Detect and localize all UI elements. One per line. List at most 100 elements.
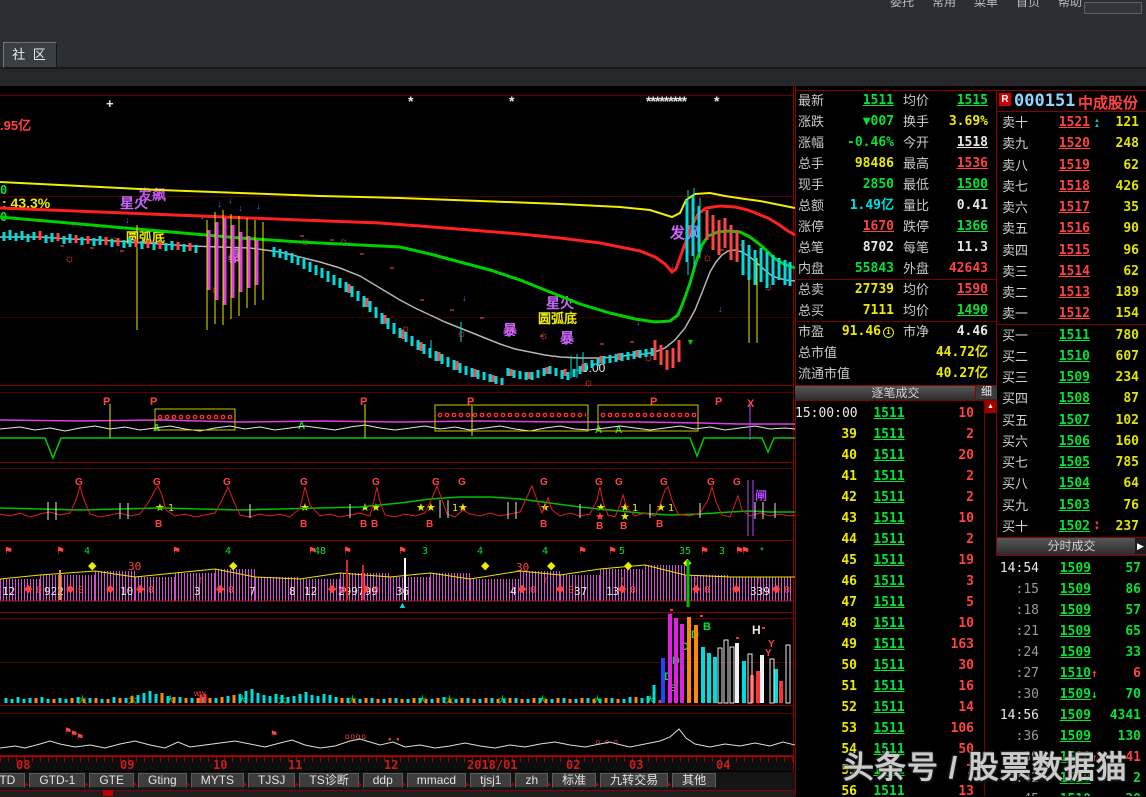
fenshi-row: :45151020: [997, 789, 1146, 796]
sell-row[interactable]: 卖四151596: [997, 240, 1146, 261]
panel-border: [984, 399, 985, 796]
fenshi-row: :301509↓70: [997, 684, 1146, 705]
fenshi-row: :271510↑6: [997, 663, 1146, 684]
quote-row: 涨跌▼007换手3.69%: [795, 111, 996, 132]
tick-panel-header[interactable]: 逐笔成交: [795, 385, 996, 401]
quote-value: 7111: [834, 300, 894, 321]
quote-label: 最高: [903, 153, 939, 174]
quote-row: 总笔8702每笔11.3: [795, 237, 996, 258]
quote-label: 现手: [795, 174, 834, 195]
buy-row[interactable]: 买五1507102: [997, 410, 1146, 431]
quote-label: 市盈: [795, 321, 834, 342]
quote-value: 0.41: [939, 195, 996, 216]
quote-label: 总额: [795, 195, 834, 216]
quote-row: 涨幅-0.46%今开1518: [795, 132, 996, 153]
sell-row[interactable]: 卖十1521▲▲121: [997, 112, 1146, 133]
menu-item-help[interactable]: 帮助: [1058, 0, 1082, 10]
buy-row[interactable]: 买六1506160: [997, 431, 1146, 452]
quote-label: 涨跌: [795, 111, 834, 132]
sell-row[interactable]: 卖六151735: [997, 197, 1146, 218]
chart-canvas[interactable]: [0, 0, 795, 796]
sell-row[interactable]: 卖二1513189: [997, 282, 1146, 303]
buy-row[interactable]: 买十1502▼▼237: [997, 516, 1146, 537]
fenshi-panel-header[interactable]: 分时成交: [997, 537, 1146, 556]
tick-row: 56151113: [795, 781, 984, 796]
sell-row[interactable]: 卖三151462: [997, 261, 1146, 282]
fenshi-row: 14:56150943414: [997, 705, 1146, 726]
quote-value: 1.49亿: [834, 195, 894, 216]
buy-row[interactable]: 买一1511780: [997, 325, 1146, 346]
tick-row: 43151110: [795, 508, 984, 529]
fenshi-row: :15150986: [997, 579, 1146, 600]
tick-row: 40151120: [795, 445, 984, 466]
r-badge: R: [999, 93, 1011, 106]
sell-row[interactable]: 卖九1520248: [997, 133, 1146, 154]
tick-row: 4615113: [795, 571, 984, 592]
quote-row: 最新1511均价1515: [795, 90, 996, 111]
sell-row[interactable]: 卖七1518426: [997, 176, 1146, 197]
scroll-up-button[interactable]: ▲: [985, 401, 996, 413]
sell-row[interactable]: 卖八151962: [997, 155, 1146, 176]
quote-label: 涨停: [795, 216, 834, 237]
quote-label: 量比: [903, 195, 939, 216]
sell-row[interactable]: 卖一1512154: [997, 303, 1146, 324]
quote-label: 今开: [903, 132, 939, 153]
window-controls-box[interactable]: [1084, 2, 1142, 14]
trading-app-window: { "topbar": { "community": "社 区", "menu"…: [0, 0, 1146, 796]
buy-row[interactable]: 买三1509234: [997, 367, 1146, 388]
tick-row: 3915112: [795, 424, 984, 445]
quote-value: 1500: [939, 174, 996, 195]
tick-list[interactable]: 15:00:00151110 3915112 40151120 4115112 …: [795, 403, 984, 796]
sell-row[interactable]: 卖五151690: [997, 218, 1146, 239]
tick-row: 4215112: [795, 487, 984, 508]
quote-label: 市净: [903, 321, 939, 342]
quote-label: 总市值: [795, 342, 936, 363]
buy-row[interactable]: 买四150887: [997, 388, 1146, 409]
uptick-icon: ↑: [1091, 663, 1103, 684]
quote-row: 总额1.49亿量比0.41: [795, 195, 996, 216]
fenshi-row: :18150957: [997, 600, 1146, 621]
quote-value: 42643: [939, 258, 996, 279]
quote-label: 总卖: [795, 279, 834, 300]
tick-row: 15:00:00151110: [795, 403, 984, 424]
menu-item-home[interactable]: 首页: [1016, 0, 1040, 10]
quote-row: 总手98486最高1536: [795, 153, 996, 174]
menu-item-common[interactable]: 常用: [932, 0, 956, 10]
quote-value: ▼007: [834, 111, 894, 132]
quote-value: 11.3: [939, 237, 996, 258]
tick-row: 4415112: [795, 529, 984, 550]
down-arrows-icon: ▼▼: [1094, 522, 1100, 532]
tick-row: 491511163: [795, 634, 984, 655]
quote-label: 流通市值: [795, 363, 936, 384]
stock-code[interactable]: 000151: [1014, 91, 1075, 111]
buy-row[interactable]: 买九150376: [997, 495, 1146, 516]
quote-value: 2850: [834, 174, 894, 195]
buy-row[interactable]: 买七1505785: [997, 452, 1146, 473]
tick-row: 5515117: [795, 760, 984, 781]
tick-row: 50151130: [795, 655, 984, 676]
quote-value: 44.72亿: [936, 342, 996, 363]
quote-label: 跌停: [903, 216, 939, 237]
tick-row: 52151114: [795, 697, 984, 718]
next-page-button[interactable]: ▶: [1135, 538, 1146, 554]
quote-row: 总卖27739均价1590: [795, 279, 996, 300]
quote-label: 涨幅: [795, 132, 834, 153]
detail-button[interactable]: 细: [975, 386, 997, 399]
quote-row: 涨停1670跌停1366: [795, 216, 996, 237]
stock-name[interactable]: 中成股份: [1078, 92, 1138, 113]
menu-item-trade[interactable]: 委托: [890, 0, 914, 10]
fenshi-list[interactable]: 14:54150957 :15150986 :18150957 :2115096…: [997, 558, 1146, 796]
tick-row: 531511106: [795, 718, 984, 739]
info-icon[interactable]: i: [883, 327, 894, 338]
quote-label: 均价: [903, 90, 939, 111]
menu-item-menu[interactable]: 菜单: [974, 0, 998, 10]
fenshi-row: :24150933: [997, 642, 1146, 663]
buy-row[interactable]: 买八150464: [997, 473, 1146, 494]
quote-value: 1518: [939, 132, 996, 153]
fenshi-row: :4215102: [997, 768, 1146, 789]
buy-row[interactable]: 买二1510607: [997, 346, 1146, 367]
quote-row: 市盈91.46i市净4.46: [795, 321, 996, 342]
fenshi-row: :361509130: [997, 726, 1146, 747]
quote-label: 内盘: [795, 258, 834, 279]
quote-value: 1490: [939, 300, 996, 321]
